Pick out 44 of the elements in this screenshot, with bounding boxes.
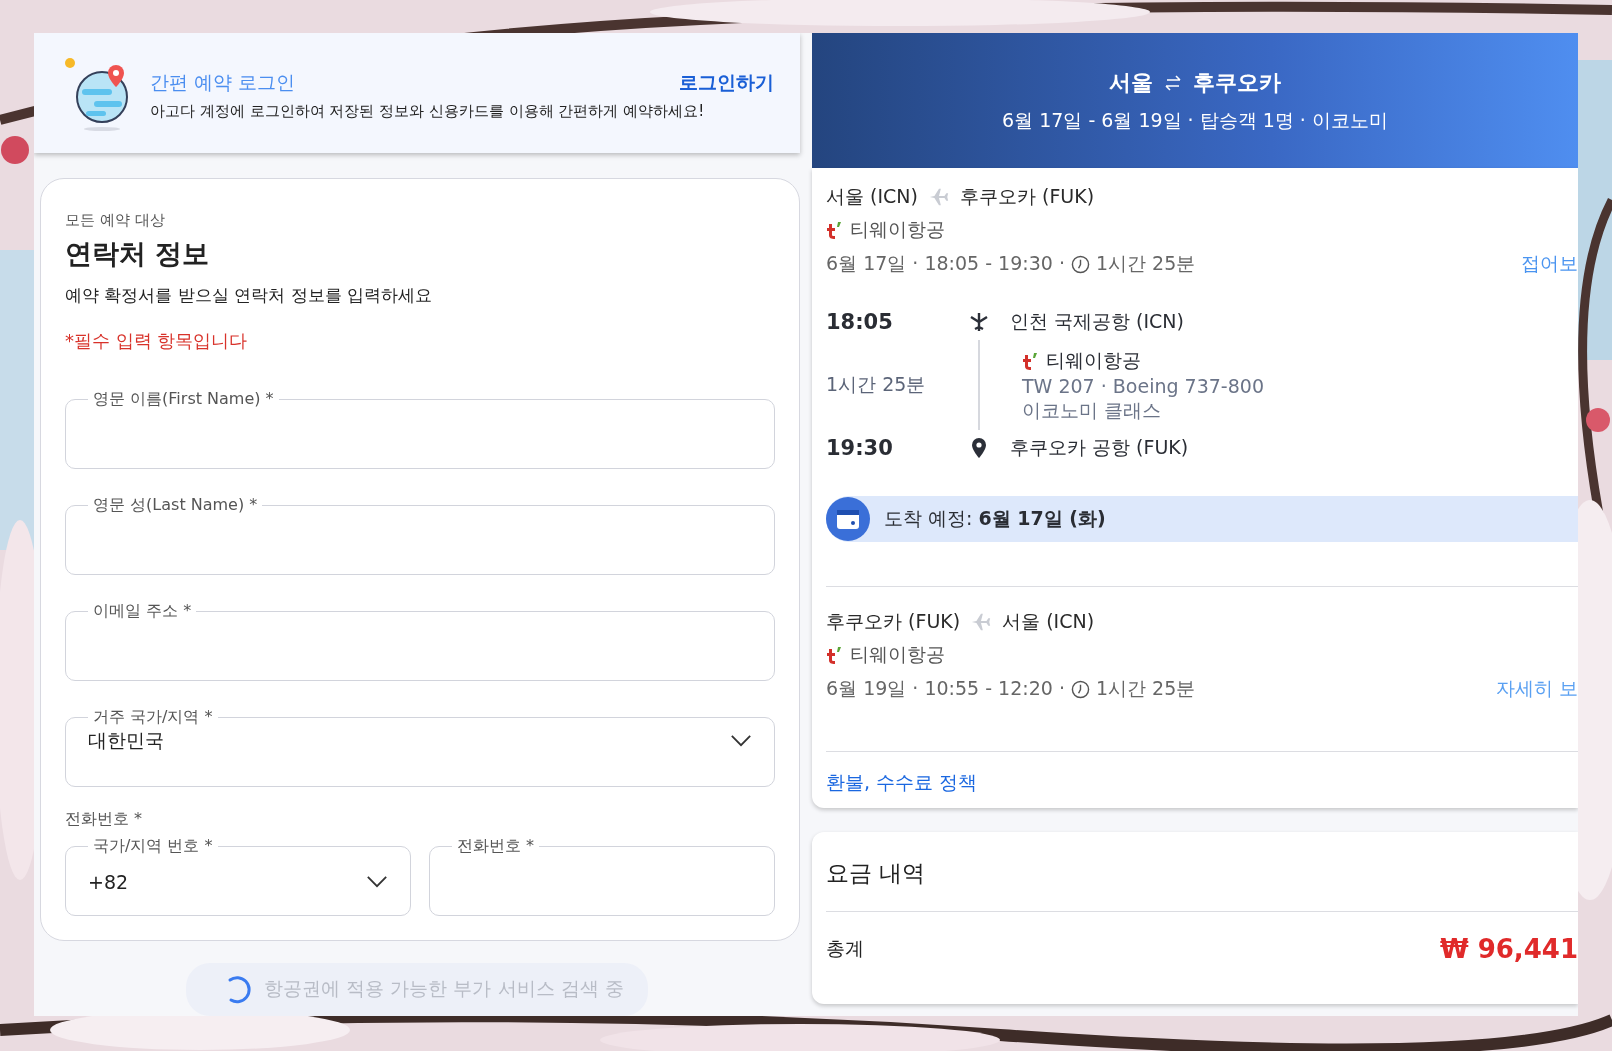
form-title: 연락처 정보 [65, 236, 210, 271]
schedule-text: 6월 17일 · 18:05 - 19:30 · [826, 251, 1065, 276]
duration-text: 1시간 25분 [1095, 676, 1196, 701]
segment-origin: 후쿠오카 (FUK) [826, 609, 961, 634]
clock-icon [1070, 254, 1090, 274]
form-eyebrow: 모든 예약 대상 [65, 210, 165, 230]
required-note: *필수 입력 항목입니다 [65, 328, 248, 353]
chevron-down-icon [730, 734, 752, 748]
segment-destination: 후쿠오카 (FUK) [959, 184, 1095, 209]
total-price: ₩ 96,441 [1439, 934, 1578, 964]
destination-city: 후쿠오카 [1193, 68, 1281, 97]
trip-summary: 6월 17일 - 6월 19일 · 탑승객 1명 · 이코노미 [1002, 107, 1388, 133]
login-link[interactable]: 로그인하기 [679, 70, 774, 97]
refund-policy-link[interactable]: 환불, 수수료 정책 [826, 770, 978, 796]
calendar-icon [826, 497, 870, 541]
phone-label: 전화번호 * [65, 808, 143, 830]
origin-city: 서울 [1109, 68, 1153, 97]
flight-duration: 1시간 25분 [826, 372, 927, 397]
segment-origin: 서울 (ICN) [826, 184, 918, 209]
banner-title: 간편 예약 로그인 [150, 70, 296, 96]
airline-logo-icon [1022, 352, 1038, 370]
arrival-airport: 후쿠오카 공항 (FUK) [1010, 435, 1189, 460]
departure-airport: 인천 국제공항 (ICN) [1010, 309, 1184, 334]
airline-logo-icon [826, 646, 842, 664]
segment-destination: 서울 (ICN) [1002, 609, 1095, 634]
arrival-time: 19:30 [826, 436, 894, 460]
clock-icon [1070, 679, 1090, 699]
airline-name: 티웨이항공 [850, 217, 945, 242]
airline-name: 티웨이항공 [850, 642, 945, 667]
duration-text: 1시간 25분 [1095, 251, 1196, 276]
price-title: 요금 내역 [826, 859, 926, 888]
swap-arrows-icon [1163, 74, 1183, 91]
banner-description: 아고다 계정에 로그인하여 저장된 정보와 신용카드를 이용해 간편하게 예약하세요! [150, 102, 706, 122]
location-pin-icon [969, 437, 989, 459]
cabin-class: 이코노미 클래스 [1022, 398, 1163, 422]
arrival-date-text: 도착 예정: 6월 17일 (화) [884, 506, 1106, 531]
total-label: 총계 [826, 936, 864, 961]
form-subtitle: 예약 확정서를 받으실 연락처 정보를 입력하세요 [65, 283, 433, 307]
airline-name: 티웨이항공 [1046, 348, 1141, 373]
schedule-text: 6월 19일 · 10:55 - 12:20 · [826, 676, 1065, 701]
departure-time: 18:05 [826, 310, 894, 334]
airline-logo-icon [826, 221, 842, 239]
flight-number: TW 207 · Boeing 737-800 [1022, 374, 1264, 398]
chevron-down-icon [366, 875, 388, 889]
